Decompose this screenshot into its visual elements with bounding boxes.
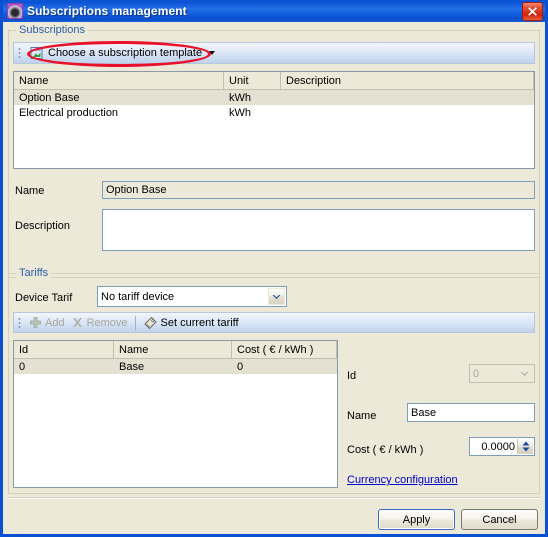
subscriptions-management-window: Subscriptions management Subscriptions C…: [0, 0, 548, 537]
choose-subscription-template-button[interactable]: Choose a subscription template: [26, 44, 218, 62]
column-header-unit[interactable]: Unit: [224, 72, 281, 89]
tariffs-table-header: Id Name Cost ( € / kWh ): [14, 341, 337, 359]
chevron-up-icon: [522, 441, 529, 446]
toolbar-separator: [134, 315, 136, 330]
subscriptions-table[interactable]: Name Unit Description Option Base kWh El…: [13, 71, 535, 169]
tariff-cost-stepper[interactable]: 0.0000: [469, 437, 535, 456]
plus-icon: [29, 316, 42, 329]
table-row[interactable]: 0 Base 0: [14, 359, 337, 374]
tag-icon: [143, 316, 158, 330]
close-icon[interactable]: [522, 2, 543, 21]
subscriptions-table-header: Name Unit Description: [14, 72, 534, 90]
cell-name: Option Base: [19, 91, 80, 104]
device-tarif-label: Device Tarif: [15, 292, 73, 304]
window-title: Subscriptions management: [27, 4, 187, 18]
subscription-name-label: Name: [15, 185, 45, 197]
column-header-id[interactable]: Id: [14, 341, 114, 358]
column-header-name[interactable]: Name: [114, 341, 232, 358]
column-header-cost[interactable]: Cost ( € / kWh ): [232, 341, 337, 358]
subscriptions-group-label: Subscriptions: [16, 24, 89, 36]
footer-divider: [8, 497, 540, 499]
tariff-name-label: Name: [347, 410, 377, 422]
toolbar-gripper[interactable]: [16, 315, 24, 330]
cell-id: 0: [19, 360, 26, 373]
device-tarif-value: No tariff device: [101, 290, 175, 303]
subscription-template-toolbar: Choose a subscription template: [13, 42, 535, 64]
tariffs-toolbar: Add Remove Set current tariff: [13, 312, 535, 333]
add-tariff-button[interactable]: Add: [26, 314, 68, 332]
cell-name: Electrical production: [19, 106, 119, 119]
app-icon: [7, 3, 23, 19]
currency-configuration-link[interactable]: Currency configuration: [347, 474, 458, 486]
cell-name: Base: [119, 360, 145, 373]
device-tarif-select[interactable]: No tariff device: [97, 286, 287, 307]
chevron-down-icon[interactable]: [209, 51, 216, 55]
remove-tariff-label: Remove: [86, 316, 128, 329]
tariff-id-label: Id: [347, 370, 357, 382]
chevron-down-icon[interactable]: [268, 288, 285, 305]
tariff-cost-value: 0.0000: [481, 440, 515, 453]
set-current-tariff-label: Set current tariff: [160, 316, 239, 329]
add-tariff-label: Add: [45, 316, 65, 329]
table-row[interactable]: Electrical production kWh: [14, 105, 534, 120]
choose-subscription-template-label: Choose a subscription template: [48, 47, 203, 59]
subscription-description-label: Description: [15, 220, 71, 232]
tariffs-group-label: Tariffs: [16, 267, 52, 279]
cross-icon: [71, 316, 84, 329]
chevron-down-icon[interactable]: [516, 366, 533, 381]
chevron-down-icon: [522, 447, 529, 452]
cell-unit: kWh: [229, 106, 251, 119]
tariff-id-value: 0: [473, 367, 480, 380]
set-current-tariff-button[interactable]: Set current tariff: [140, 314, 242, 332]
cancel-button[interactable]: Cancel: [461, 509, 538, 530]
column-header-name[interactable]: Name: [14, 72, 224, 89]
toolbar-gripper[interactable]: [16, 46, 24, 60]
tariff-id-select[interactable]: 0: [469, 364, 535, 383]
remove-tariff-button[interactable]: Remove: [68, 314, 131, 332]
apply-button[interactable]: Apply: [378, 509, 455, 530]
subscription-description-field[interactable]: [102, 209, 535, 251]
subscription-name-field[interactable]: Option Base: [102, 181, 535, 199]
tariff-name-field[interactable]: Base: [407, 403, 535, 422]
table-row[interactable]: Option Base kWh: [14, 90, 534, 105]
column-header-description[interactable]: Description: [281, 72, 534, 89]
title-bar: Subscriptions management: [3, 0, 545, 22]
tariff-cost-label: Cost ( € / kWh ): [347, 444, 424, 456]
cell-cost: 0: [237, 360, 244, 373]
tariffs-table[interactable]: Id Name Cost ( € / kWh ) 0 Base 0: [13, 340, 338, 488]
spinner-buttons[interactable]: [517, 439, 533, 454]
cell-unit: kWh: [229, 91, 251, 104]
template-icon: [29, 46, 45, 61]
dialog-client-area: Subscriptions Choose a subscription temp…: [3, 22, 545, 534]
